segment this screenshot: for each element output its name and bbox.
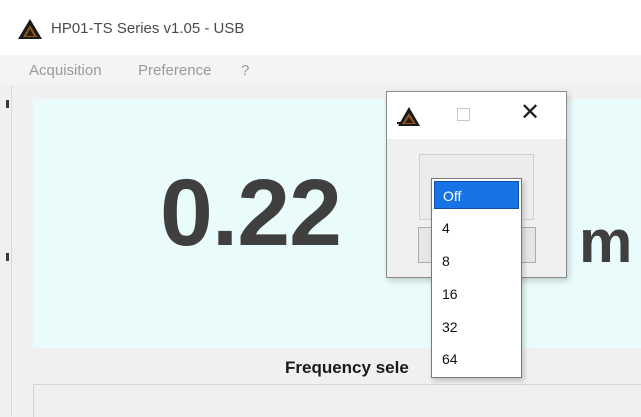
window-title: HP01-TS Series v1.05 - USB [51, 20, 245, 37]
menu-bar: Acquisition Preference ? [0, 55, 641, 85]
dropdown-option-8[interactable]: 8 [434, 247, 519, 275]
menu-preference[interactable]: Preference [138, 62, 211, 79]
measurement-unit: m [579, 208, 633, 275]
frequency-dropdown-list[interactable]: Off 4 8 16 32 64 [431, 178, 522, 378]
dropdown-option-16[interactable]: 16 [434, 280, 519, 308]
maximize-icon[interactable] [457, 108, 470, 121]
menu-help[interactable]: ? [241, 62, 249, 79]
title-bar: HP01-TS Series v1.05 - USB [0, 0, 641, 55]
resize-grip [6, 253, 9, 261]
dropdown-option-32[interactable]: 32 [434, 313, 519, 341]
dropdown-option-64[interactable]: 64 [434, 345, 519, 373]
app-logo-icon [18, 19, 42, 39]
resize-grip [6, 100, 9, 108]
close-icon[interactable]: ✕ [517, 99, 543, 127]
dialog-logo-icon [397, 107, 420, 126]
frequency-selection-label: Frequency sele [285, 358, 409, 377]
frequency-panel [33, 384, 641, 417]
measurement-value: 0.22 [160, 160, 342, 266]
left-panel-edge [0, 85, 12, 416]
dialog-title-bar: ✕ [387, 92, 566, 139]
dropdown-option-off[interactable]: Off [434, 181, 519, 209]
menu-acquisition[interactable]: Acquisition [29, 62, 102, 79]
dropdown-option-4[interactable]: 4 [434, 214, 519, 242]
